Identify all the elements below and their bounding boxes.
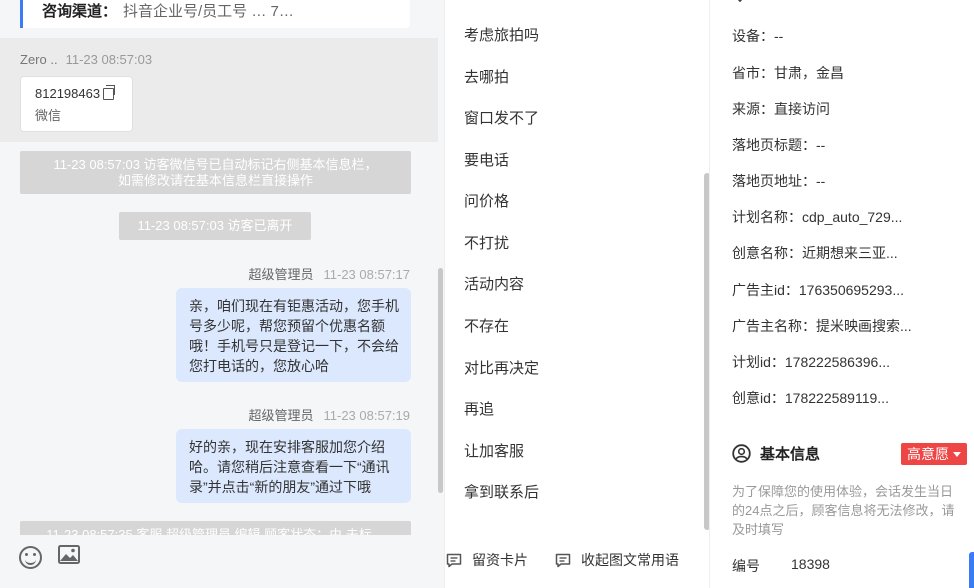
side-handle[interactable] [969,552,974,588]
wechat-number: 812198463 [35,86,101,101]
visitor-id-value: 18398 [791,556,830,572]
basic-info-title: 基本信息 [760,446,821,463]
image-icon[interactable] [58,545,80,564]
agent-time: 11-23 08:57:17 [323,267,411,282]
agent-message-bubble: 亲，咱们现在有钜惠活动，您手机号多少呢，帮您预留个优惠名额哦！手机号只是登记一下… [176,288,411,382]
system-message-line: 11-23 08:57:03 访客微信号已自动标记右侧基本信息栏， [53,157,378,172]
quick-reply-panel: 考虑旅拍吗 去哪拍 窗口发不了 要电话 问价格 不打扰 活动内容 不存在 对比再… [444,0,710,588]
message-card-icon [446,553,462,567]
lead-card-label: 留资卡片 [472,552,528,568]
agent-message-header: 超级管理员 11-23 08:57:17 [248,264,410,283]
channel-card: 咨询渠道： 抖音企业号/员工号 … 7… [20,0,410,28]
system-message: 11-23 08:57:03 访客微信号已自动标记右侧基本信息栏， 如需修改请在… [20,151,411,194]
chevron-down-icon[interactable] [732,0,748,3]
visitor-id-label: 编号 [732,558,760,574]
info-advertiser-name: 广告主名称：提米映画搜索... [732,318,912,334]
info-advertiser-id: 广告主id：176350695293... [732,282,904,298]
intent-value: 高意愿 [907,446,949,462]
info-plan-name: 计划名称：cdp_auto_729... [732,209,903,225]
quick-reply-item[interactable]: 拿到联系后 [464,481,539,502]
system-message: 11-23 08:57:03 访客已离开 [119,212,311,240]
smile-icon[interactable] [19,546,42,569]
quick-reply-item[interactable]: 再追 [464,398,494,419]
quick-reply-item[interactable]: 问价格 [464,190,509,211]
basic-info-header: 基本信息 [732,443,820,464]
quick-reply-item[interactable]: 窗口发不了 [464,107,539,128]
visitor-info-panel: 设备：-- 省市：甘肃，金昌 来源：直接访问 落地页标题：-- 落地页地址：--… [709,0,974,588]
agent-message-bubble: 好的亲，现在安排客服加您介绍哈。请您稍后注意查看一下“通讯录”并点击“新的朋友”… [176,429,411,503]
copy-icon[interactable] [103,84,116,100]
info-plan-id: 计划id：178222586396... [732,354,890,370]
caret-down-icon [953,451,961,457]
visitor-time: 11-23 08:57:03 [65,52,153,67]
basic-info-note: 为了保障您的使用体验，会话发生当日的24点之后，顾客信息将无法修改，请及时填写 [732,484,955,537]
info-creative-id: 创意id：178222589119... [732,390,889,406]
wechat-card: 812198463 微信 [20,76,133,132]
agent-message-header: 超级管理员 11-23 08:57:19 [248,405,410,424]
info-landing-title: 落地页标题：-- [732,137,826,153]
agent-time: 11-23 08:57:19 [323,408,411,423]
chat-scrollbar[interactable] [438,268,443,493]
system-message: 11-23 08:57:35 客服 超级管理员 编辑 顾客状态：由 未标… [20,521,411,535]
chat-message-list[interactable]: 咨询渠道： 抖音企业号/员工号 … 7… Zero .. 11-23 08:57:… [0,0,444,535]
visitor-message: Zero .. 11-23 08:57:03 812198463 微信 [0,38,438,142]
lead-card-button[interactable]: 留资卡片 [446,550,528,570]
visitor-name: Zero .. [20,52,58,67]
wechat-type: 微信 [35,108,62,123]
chat-panel: 咨询渠道： 抖音企业号/员工号 … 7… Zero .. 11-23 08:57:… [0,0,444,588]
info-creative-name: 创意名称：近期想来三亚... [732,245,898,261]
agent-name: 超级管理员 [248,408,314,423]
quick-reply-footer: 留资卡片 收起图文常用语 [445,535,710,588]
quick-reply-item[interactable]: 不存在 [464,315,509,336]
quick-reply-item[interactable]: 考虑旅拍吗 [464,24,539,45]
quick-reply-item[interactable]: 去哪拍 [464,66,509,87]
info-source: 来源：直接访问 [732,101,830,117]
user-circle-icon [732,444,751,463]
info-region: 省市：甘肃，金昌 [732,65,844,81]
quick-reply-item[interactable]: 不打扰 [464,232,509,253]
info-device: 设备：-- [732,28,784,44]
message-collapse-icon [555,553,571,567]
collapse-phrases-label: 收起图文常用语 [581,552,679,568]
channel-label: 咨询渠道： [42,2,118,20]
system-message-line: 如需修改请在基本信息栏直接操作 [117,173,313,188]
chat-input-toolbar [0,535,444,588]
info-landing-url: 落地页地址：-- [732,173,826,189]
quick-reply-item[interactable]: 活动内容 [464,273,524,294]
quick-reply-item[interactable]: 要电话 [464,149,509,170]
quick-reply-item[interactable]: 让加客服 [464,440,524,461]
agent-name: 超级管理员 [248,267,314,282]
collapse-phrases-button[interactable]: 收起图文常用语 [555,550,679,570]
channel-value: 抖音企业号/员工号 … 7… [123,2,294,20]
visitor-header: Zero .. 11-23 08:57:03 [20,52,152,67]
intent-dropdown[interactable]: 高意愿 [901,443,967,465]
quick-reply-item[interactable]: 对比再决定 [464,357,539,378]
